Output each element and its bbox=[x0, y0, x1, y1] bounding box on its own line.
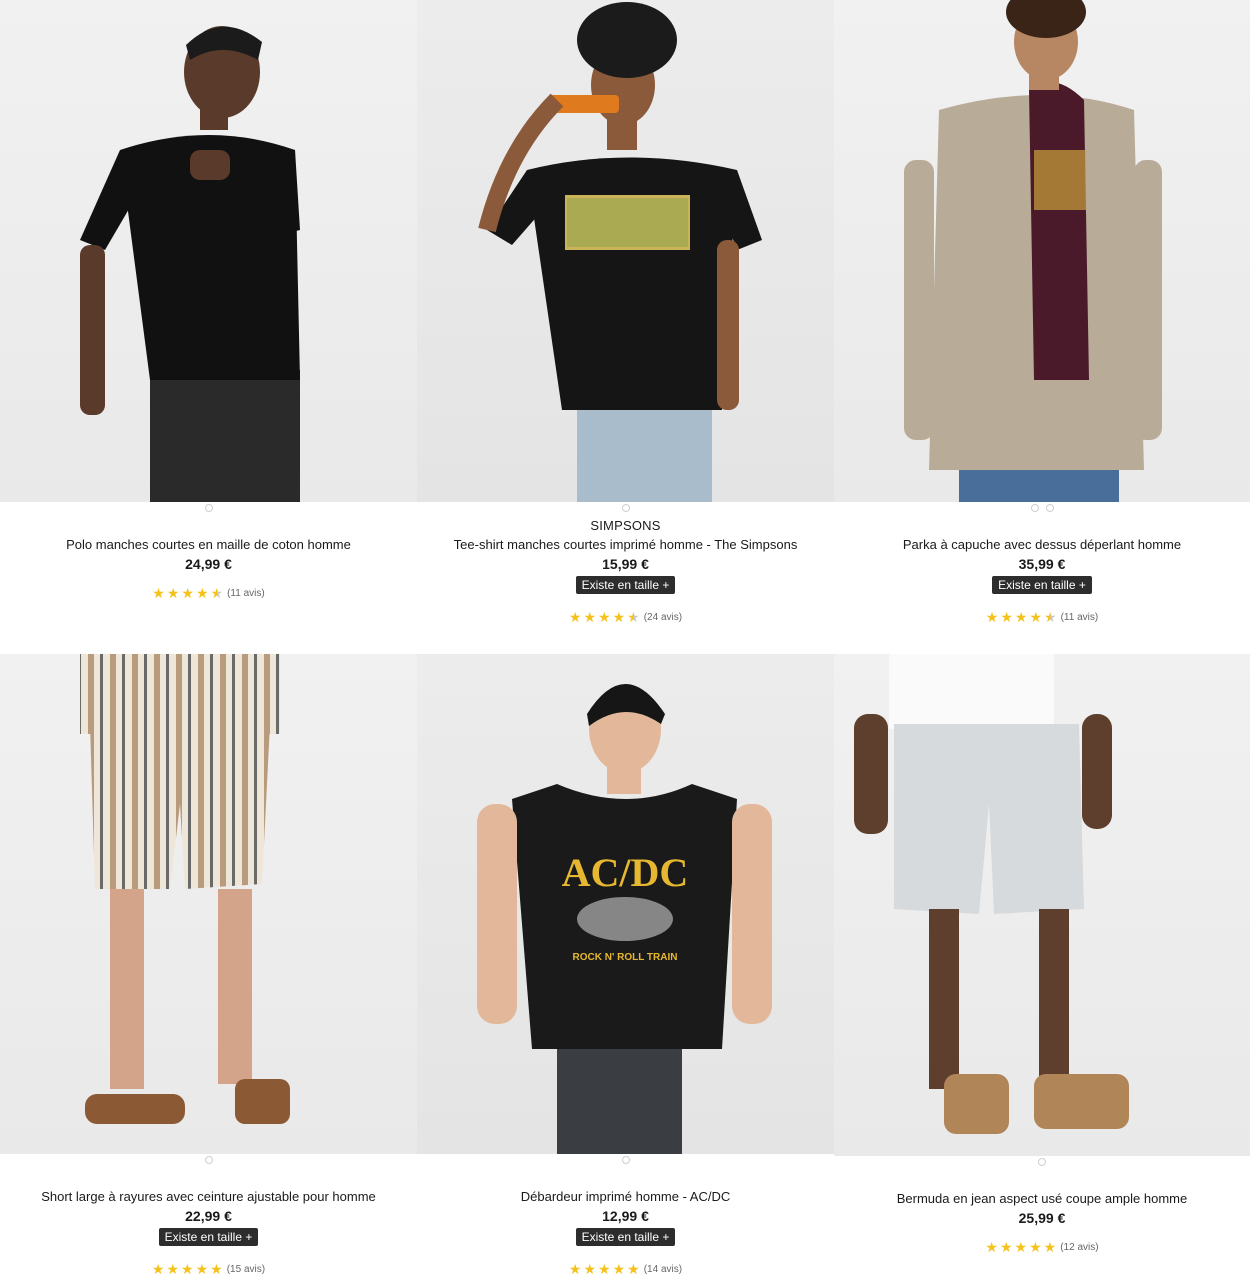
star-half-icon: ★ bbox=[210, 585, 224, 601]
star-icon: ★ bbox=[181, 585, 194, 601]
product-photo-polo bbox=[80, 26, 300, 502]
star-icon: ★ bbox=[568, 609, 582, 625]
product-price: 22,99 € bbox=[185, 1208, 232, 1224]
product-title[interactable]: Bermuda en jean aspect usé coupe ample h… bbox=[897, 1190, 1188, 1207]
product-photo-simpsons-tee bbox=[478, 2, 762, 502]
star-icon: ★ bbox=[1029, 609, 1043, 625]
review-count: (12 avis) bbox=[1060, 1241, 1099, 1253]
star-icon: ★ bbox=[1029, 1239, 1042, 1255]
product-card[interactable]: Polo manches courtes en maille de coton … bbox=[0, 0, 417, 654]
image-carousel-dots[interactable] bbox=[1030, 504, 1054, 516]
carousel-dot[interactable] bbox=[621, 1156, 630, 1165]
star-icon: ★ bbox=[598, 609, 611, 625]
star-icon: ★ bbox=[166, 1261, 180, 1277]
product-rating[interactable]: ★ ★ ★ ★ ★ (12 avis) bbox=[985, 1240, 1098, 1254]
rating-stars: ★ ★ ★ ★ ★ bbox=[986, 610, 1057, 624]
product-image[interactable]: AC/DC ROCK N' ROLL TRAIN bbox=[417, 654, 834, 1155]
carousel-dot[interactable] bbox=[1038, 1158, 1046, 1166]
star-icon: ★ bbox=[999, 1239, 1013, 1255]
acdc-print-text: AC/DC bbox=[562, 850, 689, 895]
product-card[interactable]: Short large à rayures avec ceinture ajus… bbox=[0, 654, 417, 1276]
carousel-dot[interactable] bbox=[1045, 504, 1054, 512]
review-count: (14 avis) bbox=[643, 1263, 683, 1275]
product-image[interactable] bbox=[834, 0, 1250, 502]
carousel-dot[interactable] bbox=[204, 504, 213, 512]
product-price: 35,99 € bbox=[1018, 556, 1066, 572]
rating-stars: ★ ★ ★ ★ ★ bbox=[152, 1262, 223, 1276]
rating-stars: ★ ★ ★ ★ ★ bbox=[152, 586, 223, 600]
carousel-dot[interactable] bbox=[204, 1156, 213, 1165]
product-price: 25,99 € bbox=[1018, 1210, 1066, 1226]
sizes-available-badge[interactable]: Existe en taille + bbox=[992, 576, 1092, 594]
rating-stars: ★ ★ ★ ★ ★ bbox=[569, 1262, 640, 1276]
star-icon: ★ bbox=[612, 1261, 626, 1277]
product-rating[interactable]: ★ ★ ★ ★ ★ (11 avis) bbox=[152, 586, 264, 600]
star-icon: ★ bbox=[568, 1261, 582, 1277]
product-title[interactable]: Short large à rayures avec ceinture ajus… bbox=[41, 1188, 376, 1205]
star-icon: ★ bbox=[166, 585, 180, 601]
review-count: (24 avis) bbox=[643, 611, 683, 623]
product-rating[interactable]: ★ ★ ★ ★ ★ (11 avis) bbox=[986, 610, 1098, 624]
product-title[interactable]: Polo manches courtes en maille de coton … bbox=[66, 536, 351, 553]
product-price: 24,99 € bbox=[185, 556, 232, 572]
star-icon: ★ bbox=[612, 609, 626, 625]
image-carousel-dots[interactable] bbox=[621, 504, 630, 516]
star-icon: ★ bbox=[598, 1261, 611, 1277]
product-title[interactable]: Parka à capuche avec dessus déperlant ho… bbox=[903, 536, 1181, 553]
product-rating[interactable]: ★ ★ ★ ★ ★ (24 avis) bbox=[569, 610, 682, 624]
product-rating[interactable]: ★ ★ ★ ★ ★ (15 avis) bbox=[152, 1262, 265, 1276]
product-title[interactable]: Tee-shirt manches courtes imprimé homme … bbox=[454, 536, 798, 553]
product-brand: SIMPSONS bbox=[590, 518, 661, 533]
product-card[interactable]: AC/DC ROCK N' ROLL TRAIN Débardeur impri… bbox=[417, 654, 834, 1276]
image-carousel-dots[interactable] bbox=[204, 1156, 213, 1168]
product-photo-parka bbox=[904, 0, 1162, 502]
product-card[interactable]: SIMPSONS Tee-shirt manches courtes impri… bbox=[417, 0, 834, 654]
product-photo-acdc-tank: AC/DC ROCK N' ROLL TRAIN bbox=[477, 684, 772, 1155]
product-image[interactable] bbox=[834, 654, 1250, 1156]
product-image[interactable] bbox=[0, 654, 417, 1155]
star-icon: ★ bbox=[1014, 1239, 1028, 1255]
carousel-dot[interactable] bbox=[621, 504, 630, 512]
sizes-available-badge[interactable]: Existe en taille + bbox=[575, 1228, 676, 1246]
product-card[interactable]: Parka à capuche avec dessus déperlant ho… bbox=[834, 0, 1250, 654]
image-carousel-dots[interactable] bbox=[1038, 1158, 1046, 1170]
star-icon: ★ bbox=[1000, 609, 1013, 625]
image-carousel-dots[interactable] bbox=[204, 504, 213, 516]
star-icon: ★ bbox=[195, 585, 209, 601]
star-icon: ★ bbox=[151, 1261, 165, 1277]
sizes-available-badge[interactable]: Existe en taille + bbox=[575, 576, 676, 594]
rating-stars: ★ ★ ★ ★ ★ bbox=[569, 610, 640, 624]
product-card[interactable]: Bermuda en jean aspect usé coupe ample h… bbox=[834, 654, 1250, 1276]
product-price: 15,99 € bbox=[602, 556, 649, 572]
review-count: (15 avis) bbox=[226, 1263, 266, 1275]
star-icon: ★ bbox=[627, 1261, 640, 1277]
star-icon: ★ bbox=[181, 1261, 194, 1277]
product-image[interactable] bbox=[417, 0, 834, 502]
image-carousel-dots[interactable] bbox=[621, 1156, 630, 1168]
product-photo-striped-shorts bbox=[80, 654, 290, 1124]
review-count: (11 avis) bbox=[1060, 611, 1099, 623]
carousel-dot[interactable] bbox=[1030, 504, 1039, 512]
star-icon: ★ bbox=[985, 1239, 998, 1255]
sizes-available-badge[interactable]: Existe en taille + bbox=[158, 1228, 259, 1246]
star-icon: ★ bbox=[152, 585, 165, 601]
product-photo-denim-bermuda bbox=[854, 654, 1129, 1134]
product-price: 12,99 € bbox=[602, 1208, 649, 1224]
product-image[interactable] bbox=[0, 0, 417, 502]
product-title[interactable]: Débardeur imprimé homme - AC/DC bbox=[521, 1188, 731, 1205]
star-half-icon: ★ bbox=[1044, 609, 1057, 625]
acdc-print-subtext: ROCK N' ROLL TRAIN bbox=[573, 952, 678, 963]
product-grid: Polo manches courtes en maille de coton … bbox=[0, 0, 1250, 1276]
star-icon: ★ bbox=[583, 1261, 597, 1277]
star-icon: ★ bbox=[210, 1261, 223, 1277]
star-icon: ★ bbox=[1043, 1239, 1057, 1255]
star-icon: ★ bbox=[985, 609, 999, 625]
star-icon: ★ bbox=[195, 1261, 209, 1277]
star-icon: ★ bbox=[583, 609, 597, 625]
rating-stars: ★ ★ ★ ★ ★ bbox=[985, 1240, 1056, 1254]
star-icon: ★ bbox=[1014, 609, 1028, 625]
product-rating[interactable]: ★ ★ ★ ★ ★ (14 avis) bbox=[569, 1262, 682, 1276]
review-count: (11 avis) bbox=[227, 587, 265, 599]
star-half-icon: ★ bbox=[627, 609, 640, 625]
